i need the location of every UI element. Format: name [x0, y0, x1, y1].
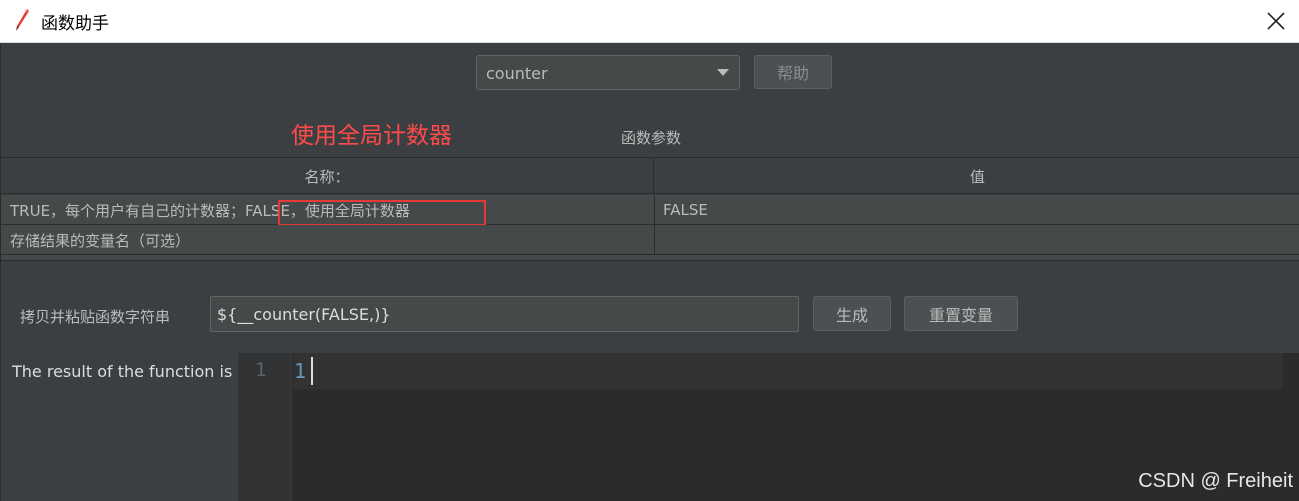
line-number-gutter: 1 — [238, 353, 292, 501]
column-divider — [654, 225, 655, 255]
header-name: 名称： — [1, 158, 654, 194]
line-number: 1 — [255, 359, 267, 381]
chevron-down-icon — [717, 69, 729, 76]
watermark: CSDN @ Freiheit — [1138, 470, 1293, 492]
table-row-partial — [1, 255, 1299, 261]
highlight-box — [278, 200, 486, 226]
text-caret — [311, 357, 313, 385]
title-bar: 函数助手 — [0, 0, 1299, 43]
function-select-value: counter — [486, 64, 548, 83]
function-select[interactable]: counter — [476, 55, 740, 90]
reset-variables-button[interactable]: 重置变量 — [904, 296, 1018, 331]
window-title: 函数助手 — [41, 14, 109, 34]
table-row[interactable]: 存储结果的变量名（可选） — [1, 225, 1299, 255]
annotation-text: 使用全局计数器 — [291, 123, 452, 149]
generate-button[interactable]: 生成 — [813, 296, 891, 331]
copy-string-label: 拷贝并粘贴函数字符串 — [20, 308, 171, 326]
current-line-highlight — [293, 353, 1283, 389]
result-value: 1 — [294, 359, 307, 383]
params-table-header: 名称： 值 — [1, 157, 1299, 194]
close-icon — [1267, 12, 1285, 30]
params-section-title: 函数参数 — [621, 129, 682, 147]
column-divider — [654, 195, 655, 225]
help-button[interactable]: 帮助 — [754, 55, 832, 89]
param-name-part1: TRUE，每个用户有自己的计数器； — [10, 201, 246, 220]
function-string-field[interactable]: ${__counter(FALSE,)} — [210, 296, 799, 332]
param-name-cell: 存储结果的变量名（可选） — [10, 231, 191, 250]
close-button[interactable] — [1261, 6, 1291, 36]
feather-pen-icon — [13, 8, 31, 32]
param-value-cell[interactable]: FALSE — [663, 195, 1293, 225]
header-value: 值 — [969, 167, 985, 186]
result-label: The result of the function is — [12, 362, 233, 381]
function-helper-panel: counter 帮助 使用全局计数器 函数参数 名称： 值 TRUE，每个用户有… — [0, 44, 1299, 501]
table-row[interactable]: TRUE，每个用户有自己的计数器； FALSE，使用全局计数器 FALSE — [1, 195, 1299, 225]
param-value-cell[interactable] — [663, 225, 1293, 255]
